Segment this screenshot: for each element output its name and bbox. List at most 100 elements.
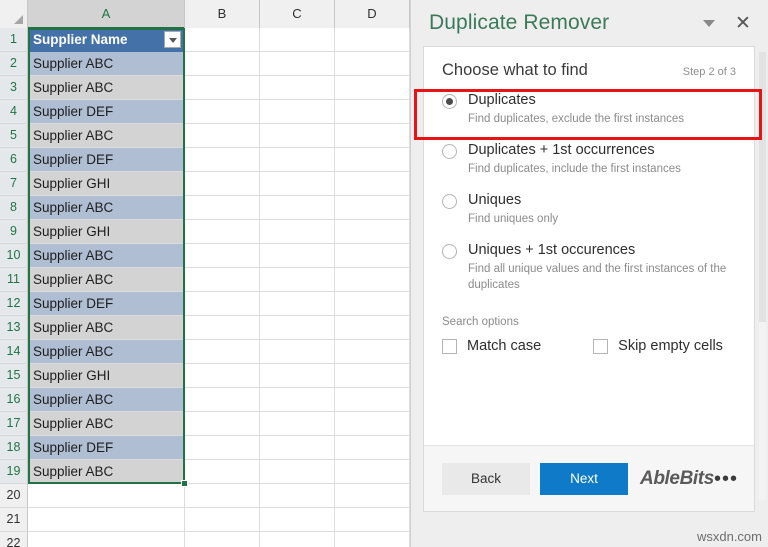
grid-cell-D21[interactable] — [335, 508, 410, 532]
grid-cell-B20[interactable] — [185, 484, 260, 508]
grid-cell-D20[interactable] — [335, 484, 410, 508]
radio-option-4[interactable]: Uniques + 1st occurences Find all unique … — [424, 234, 754, 300]
grid-cell-D11[interactable] — [335, 268, 410, 292]
grid-cell-B21[interactable] — [185, 508, 260, 532]
row-header-15[interactable]: 15 — [0, 364, 28, 388]
grid-cell-B18[interactable] — [185, 436, 260, 460]
grid-cell-a3[interactable]: Supplier ABC — [28, 76, 185, 100]
grid-cell-C15[interactable] — [260, 364, 335, 388]
grid-cell-a19[interactable]: Supplier ABC — [28, 460, 185, 484]
row-header-22[interactable]: 22 — [0, 532, 28, 547]
grid-cell-B10[interactable] — [185, 244, 260, 268]
column-header-b[interactable]: B — [185, 0, 260, 28]
grid-cell-B9[interactable] — [185, 220, 260, 244]
grid-cell-D22[interactable] — [335, 532, 410, 547]
ellipsis-icon[interactable]: ••• — [714, 469, 738, 489]
grid-cell-C14[interactable] — [260, 340, 335, 364]
grid-cell-B12[interactable] — [185, 292, 260, 316]
row-header-16[interactable]: 16 — [0, 388, 28, 412]
row-header-10[interactable]: 10 — [0, 244, 28, 268]
pane-scrollbar-thumb[interactable] — [759, 52, 766, 322]
grid-cell-D15[interactable] — [335, 364, 410, 388]
grid-cell-a18[interactable]: Supplier DEF — [28, 436, 185, 460]
row-header-5[interactable]: 5 — [0, 124, 28, 148]
grid-cell-B19[interactable] — [185, 460, 260, 484]
grid-cell-a21[interactable] — [28, 508, 185, 532]
grid-cell-B4[interactable] — [185, 100, 260, 124]
row-header-20[interactable]: 20 — [0, 484, 28, 508]
grid-cell-C2[interactable] — [260, 52, 335, 76]
grid-cell-B13[interactable] — [185, 316, 260, 340]
grid-cell-D19[interactable] — [335, 460, 410, 484]
grid-cell-D5[interactable] — [335, 124, 410, 148]
grid-cell-C4[interactable] — [260, 100, 335, 124]
grid-cell-C17[interactable] — [260, 412, 335, 436]
grid-cell-B16[interactable] — [185, 388, 260, 412]
grid-cell-a4[interactable]: Supplier DEF — [28, 100, 185, 124]
radio-button[interactable] — [442, 94, 457, 109]
grid-cell-a16[interactable]: Supplier ABC — [28, 388, 185, 412]
row-header-3[interactable]: 3 — [0, 76, 28, 100]
grid-cell-D1[interactable] — [335, 28, 410, 52]
close-icon[interactable]: ✕ — [726, 6, 760, 40]
grid-cell-D16[interactable] — [335, 388, 410, 412]
row-header-21[interactable]: 21 — [0, 508, 28, 532]
grid-cell-D13[interactable] — [335, 316, 410, 340]
grid-cell-C21[interactable] — [260, 508, 335, 532]
grid-cell-a12[interactable]: Supplier DEF — [28, 292, 185, 316]
grid-cell-a10[interactable]: Supplier ABC — [28, 244, 185, 268]
match-case-checkbox[interactable]: Match case — [442, 338, 541, 354]
grid-cell-C6[interactable] — [260, 148, 335, 172]
grid-cell-C19[interactable] — [260, 460, 335, 484]
grid-cell-C16[interactable] — [260, 388, 335, 412]
row-header-18[interactable]: 18 — [0, 436, 28, 460]
grid-cell-B8[interactable] — [185, 196, 260, 220]
row-header-2[interactable]: 2 — [0, 52, 28, 76]
grid-cell-B3[interactable] — [185, 76, 260, 100]
grid-cell-a7[interactable]: Supplier GHI — [28, 172, 185, 196]
grid-cell-a11[interactable]: Supplier ABC — [28, 268, 185, 292]
grid-cell-C12[interactable] — [260, 292, 335, 316]
radio-option-3[interactable]: Uniques Find uniques only — [424, 184, 754, 234]
row-header-7[interactable]: 7 — [0, 172, 28, 196]
filter-dropdown-icon[interactable] — [164, 31, 181, 48]
grid-cell-C10[interactable] — [260, 244, 335, 268]
grid-cell-a9[interactable]: Supplier GHI — [28, 220, 185, 244]
grid-cell-a14[interactable]: Supplier ABC — [28, 340, 185, 364]
pane-scrollbar[interactable] — [759, 52, 766, 500]
grid-cell-D4[interactable] — [335, 100, 410, 124]
row-header-12[interactable]: 12 — [0, 292, 28, 316]
grid-cell-C7[interactable] — [260, 172, 335, 196]
row-header-4[interactable]: 4 — [0, 100, 28, 124]
radio-button[interactable] — [442, 244, 457, 259]
row-header-11[interactable]: 11 — [0, 268, 28, 292]
grid-cell-C18[interactable] — [260, 436, 335, 460]
row-header-19[interactable]: 19 — [0, 460, 28, 484]
grid-cell-D10[interactable] — [335, 244, 410, 268]
grid-cell-B14[interactable] — [185, 340, 260, 364]
skip-empty-cells-checkbox[interactable]: Skip empty cells — [593, 338, 723, 354]
radio-option-2[interactable]: Duplicates + 1st occurrences Find duplica… — [424, 134, 754, 184]
grid-cell-a17[interactable]: Supplier ABC — [28, 412, 185, 436]
row-header-1[interactable]: 1 — [0, 28, 28, 52]
grid-cell-D12[interactable] — [335, 292, 410, 316]
radio-option-1[interactable]: Duplicates Find duplicates, exclude the f… — [424, 84, 754, 134]
grid-cell-B17[interactable] — [185, 412, 260, 436]
selection-fill-handle[interactable] — [181, 480, 188, 487]
grid-cell-B6[interactable] — [185, 148, 260, 172]
grid-cell-D2[interactable] — [335, 52, 410, 76]
grid-cell-D6[interactable] — [335, 148, 410, 172]
grid-cell-C8[interactable] — [260, 196, 335, 220]
radio-button[interactable] — [442, 144, 457, 159]
grid-cell-C1[interactable] — [260, 28, 335, 52]
grid-cell-B5[interactable] — [185, 124, 260, 148]
row-header-14[interactable]: 14 — [0, 340, 28, 364]
grid-cell-D14[interactable] — [335, 340, 410, 364]
table-header-cell[interactable]: Supplier Name — [28, 28, 185, 52]
grid-cell-B11[interactable] — [185, 268, 260, 292]
grid-cell-D8[interactable] — [335, 196, 410, 220]
row-header-17[interactable]: 17 — [0, 412, 28, 436]
row-header-9[interactable]: 9 — [0, 220, 28, 244]
grid-cell-a22[interactable] — [28, 532, 185, 547]
grid-cell-B7[interactable] — [185, 172, 260, 196]
